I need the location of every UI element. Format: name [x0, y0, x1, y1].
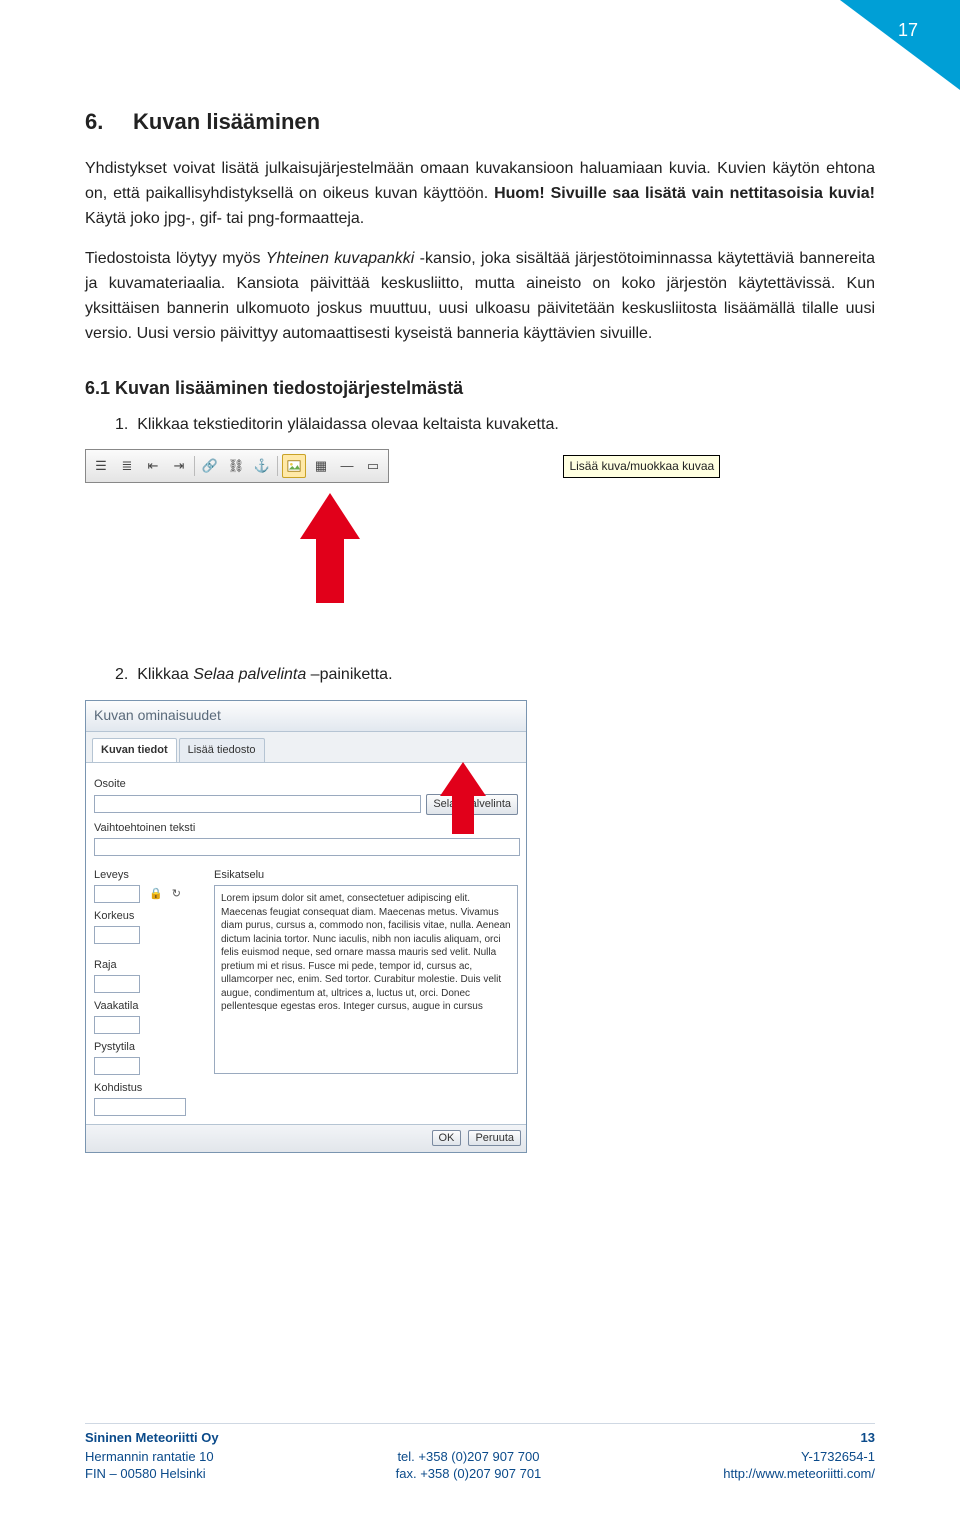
footer-reg: Y-1732654-1: [723, 1448, 875, 1466]
paragraph-2: Tiedostoista löytyy myös Yhteinen kuvapa…: [85, 247, 875, 346]
border-input[interactable]: [94, 975, 140, 993]
footer-address: Hermannin rantatie 10 FIN – 00580 Helsin…: [85, 1448, 214, 1483]
label-align: Kohdistus: [94, 1080, 204, 1097]
lock-icon[interactable]: 🔒: [149, 886, 163, 903]
para1-text-c: Käytä joko jpg-, gif- tai png-formaattej…: [85, 210, 364, 227]
ok-button[interactable]: OK: [432, 1130, 462, 1146]
footer-addr1: Hermannin rantatie 10: [85, 1448, 214, 1466]
separator: [194, 456, 195, 476]
para2-em: Yhteinen kuvapankki: [266, 250, 415, 267]
heading-number: 6.: [85, 105, 133, 139]
tab-upload[interactable]: Lisää tiedosto: [179, 738, 265, 762]
template-icon: ▭: [362, 455, 384, 477]
footer-url: http://www.meteoriitti.com/: [723, 1465, 875, 1483]
label-hspace: Vaakatila: [94, 998, 204, 1015]
tab-image-info[interactable]: Kuvan tiedot: [92, 738, 177, 762]
step-2-a: Klikkaa: [137, 666, 193, 683]
heading-title: Kuvan lisääminen: [133, 109, 320, 134]
figure-toolbar: ☰ ≣ ⇤ ⇥ 🔗 ⛓ ⚓ ▦ — ▭ Lisää kuva: [85, 449, 875, 603]
label-vspace: Pystytila: [94, 1039, 204, 1056]
figure-dialog: Kuvan ominaisuudet Kuvan tiedot Lisää ti…: [85, 700, 875, 1153]
step-1-text: Klikkaa tekstieditorin ylälaidassa oleva…: [137, 416, 559, 433]
list-bullet-icon: ☰: [90, 455, 112, 477]
footer-fax: fax. +358 (0)207 907 701: [396, 1465, 542, 1483]
label-width: Leveys: [94, 867, 204, 884]
alt-input[interactable]: [94, 838, 520, 856]
red-arrow-icon: [300, 493, 360, 603]
para2-a: Tiedostoista löytyy myös: [85, 250, 266, 267]
unlink-icon: ⛓: [225, 455, 247, 477]
red-arrow-icon: [440, 762, 486, 834]
anchor-icon: ⚓: [251, 455, 273, 477]
footer-page: 13: [861, 1430, 875, 1445]
hspace-input[interactable]: [94, 1016, 140, 1034]
step-2-b: –painiketta.: [306, 666, 392, 683]
url-input[interactable]: [94, 795, 421, 813]
label-border: Raja: [94, 957, 204, 974]
page-footer: Sininen Meteoriitti Oy 13 Hermannin rant…: [85, 1423, 875, 1483]
height-input[interactable]: [94, 926, 140, 944]
align-select[interactable]: [94, 1098, 186, 1116]
table-icon: ▦: [310, 455, 332, 477]
para1-bold: Huom! Sivuille saa lisätä vain nettitaso…: [494, 185, 875, 202]
paragraph-1: Yhdistykset voivat lisätä julkaisujärjes…: [85, 157, 875, 231]
reset-size-icon[interactable]: ↻: [172, 886, 181, 903]
width-input[interactable]: [94, 885, 140, 903]
dialog-title: Kuvan ominaisuudet: [86, 701, 526, 732]
step-1: 1. Klikkaa tekstieditorin ylälaidassa ol…: [115, 413, 875, 438]
footer-tel: tel. +358 (0)207 907 700: [396, 1448, 542, 1466]
hr-icon: —: [336, 455, 358, 477]
indent-icon: ⇥: [168, 455, 190, 477]
tooltip-insert-image: Lisää kuva/muokkaa kuvaa: [563, 455, 720, 478]
vspace-input[interactable]: [94, 1057, 140, 1075]
label-height: Korkeus: [94, 908, 204, 925]
page-corner: [840, 0, 960, 90]
list-number-icon: ≣: [116, 455, 138, 477]
cancel-button[interactable]: Peruuta: [468, 1130, 521, 1146]
step-2: 2. Klikkaa Selaa palvelinta –painiketta.: [115, 663, 875, 688]
subheading-6-1: 6.1 Kuvan lisääminen tiedostojärjestelmä…: [85, 375, 875, 403]
label-preview: Esikatselu: [214, 867, 518, 884]
outdent-icon: ⇤: [142, 455, 164, 477]
insert-image-icon[interactable]: [282, 454, 306, 478]
footer-phone: tel. +358 (0)207 907 700 fax. +358 (0)20…: [396, 1448, 542, 1483]
preview-box: Lorem ipsum dolor sit amet, consectetuer…: [214, 885, 518, 1074]
link-icon: 🔗: [199, 455, 221, 477]
heading-6: 6.Kuvan lisääminen: [85, 105, 875, 139]
corner-page-number: 17: [898, 20, 918, 41]
footer-legal: Y-1732654-1 http://www.meteoriitti.com/: [723, 1448, 875, 1483]
footer-company: Sininen Meteoriitti Oy: [85, 1430, 219, 1445]
footer-addr2: FIN – 00580 Helsinki: [85, 1465, 214, 1483]
step-2-em: Selaa palvelinta: [193, 666, 306, 683]
separator: [277, 456, 278, 476]
